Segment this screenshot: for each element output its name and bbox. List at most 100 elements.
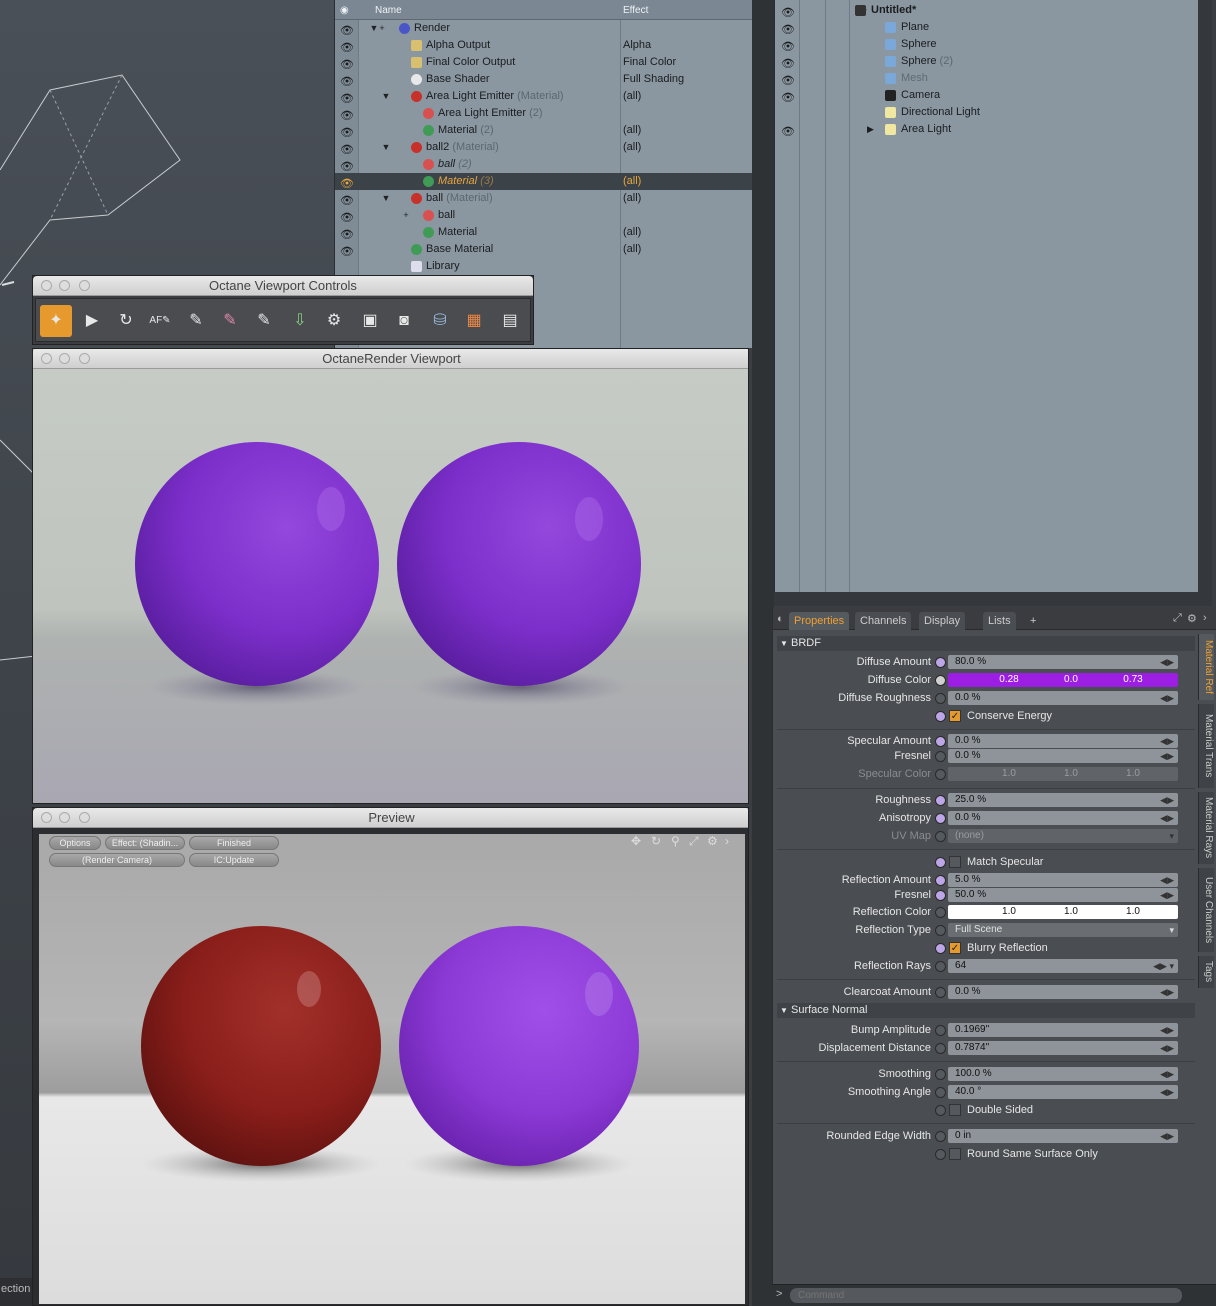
plus-icon[interactable]: + [377, 20, 387, 37]
maximize-icon[interactable]: ⤢ [1173, 612, 1182, 625]
zoom-icon[interactable]: ⚲ [671, 834, 680, 848]
window-titlebar[interactable]: Octane Viewport Controls [33, 276, 533, 296]
slider-arrows-icon[interactable]: ◀▶ [1160, 811, 1174, 825]
eye-icon[interactable]: 👁 [340, 159, 354, 173]
displacement-distance-field[interactable]: 0.7874" ◀▶ [948, 1041, 1178, 1055]
fresnel-field[interactable]: 50.0 % ◀▶ [948, 888, 1178, 902]
side-tab-tags[interactable]: Tags [1198, 956, 1214, 988]
camera-dropdown[interactable]: (Render Camera) [49, 853, 185, 867]
shader-tree-row[interactable]: 👁 Final Color Output Final Color [335, 54, 752, 71]
shader-tree-row[interactable]: 👁 Material (all) [335, 224, 752, 241]
column-effect-header[interactable]: Effect [623, 5, 648, 16]
send-scene-button[interactable]: ⇩ [284, 305, 316, 337]
eye-icon[interactable]: 👁 [781, 90, 795, 104]
item-list-row[interactable]: 👁 ▶ Area Light [775, 121, 1198, 138]
channel-dot-icon[interactable] [935, 925, 946, 936]
minimize-window-button[interactable] [59, 353, 70, 364]
channel-dot-icon[interactable] [935, 736, 946, 747]
channel-dot-icon[interactable] [935, 831, 946, 842]
channel-dot-icon[interactable] [935, 1025, 946, 1036]
slider-arrows-icon[interactable]: ◀▶ [1160, 655, 1174, 669]
chevron-right-icon[interactable]: › [1203, 612, 1207, 624]
channel-dot-icon[interactable] [935, 943, 946, 954]
shader-tree-row[interactable]: 👁 ▼ + Render [335, 20, 752, 37]
items-list-scrollbar-vertical[interactable] [1198, 0, 1212, 600]
channel-dot-icon[interactable] [935, 711, 946, 722]
window-titlebar[interactable]: OctaneRender Viewport [33, 349, 748, 369]
panel-divider[interactable] [752, 0, 774, 1306]
channel-dot-icon[interactable] [935, 795, 946, 806]
shader-tree-row[interactable]: 👁 Base Shader Full Shading [335, 71, 752, 88]
channel-dot-icon[interactable] [935, 890, 946, 901]
maximize-icon[interactable]: ⤢ [689, 834, 699, 849]
side-tab-material-trans[interactable]: Material Trans [1198, 704, 1214, 788]
octane-render-image[interactable] [33, 369, 748, 803]
slider-arrows-icon[interactable]: ◀▶ [1160, 1129, 1174, 1143]
slider-arrows-icon[interactable]: ◀▶ [1160, 749, 1174, 763]
anisotropy-field[interactable]: 0.0 % ◀▶ [948, 811, 1178, 825]
slider-arrows-icon[interactable]: ◀▶ [1160, 873, 1174, 887]
zoom-window-button[interactable] [79, 353, 90, 364]
autofocus-picker-button[interactable]: AF✎ [144, 305, 176, 337]
shader-tree-row[interactable]: 👁 Base Material (all) [335, 241, 752, 258]
item-list-row[interactable]: 👁 Mesh [775, 70, 1198, 87]
item-list-row[interactable]: 👁 Sphere (2) [775, 53, 1198, 70]
channel-dot-icon[interactable] [935, 1131, 946, 1142]
tab-channels[interactable]: Channels [855, 612, 912, 630]
refresh-icon[interactable]: ↻ [651, 834, 661, 848]
tab-display[interactable]: Display [919, 612, 966, 630]
item-list-row[interactable]: 👁 Plane [775, 19, 1198, 36]
slider-arrows-icon[interactable]: ◀▶ [1160, 691, 1174, 705]
effect-dropdown[interactable]: Effect: (Shadin... [105, 836, 185, 850]
uv-map-dropdown[interactable]: (none) ▾ [948, 829, 1178, 843]
eye-icon[interactable]: 👁 [340, 108, 354, 122]
shader-tree-row[interactable]: 👁 ▼ ball (Material) (all) [335, 190, 752, 207]
side-tab-user-channels[interactable]: User Channels [1198, 868, 1214, 952]
diffuse-roughness-field[interactable]: 0.0 % ◀▶ [948, 691, 1178, 705]
items-list-scrollbar-horizontal[interactable] [774, 592, 1212, 606]
gear-icon[interactable]: ⚙ [707, 834, 718, 848]
eye-icon[interactable]: 👁 [340, 210, 354, 224]
fit-view-button[interactable]: ✦ [40, 305, 72, 337]
match-specular-checkbox[interactable] [949, 856, 961, 868]
side-tab-material-ref[interactable]: Material Ref [1198, 634, 1214, 700]
channel-dot-icon[interactable] [935, 987, 946, 998]
shader-tree-row[interactable]: 👁 ▼ ball2 (Material) (all) [335, 139, 752, 156]
zoom-window-button[interactable] [79, 812, 90, 823]
item-list-row[interactable]: 👁 Sphere [775, 36, 1198, 53]
document-icon[interactable]: ▤ [494, 305, 526, 337]
chevron-right-icon[interactable]: › [725, 834, 729, 848]
channel-dot-icon[interactable] [935, 1087, 946, 1098]
close-window-button[interactable] [41, 353, 52, 364]
bump-amplitude-field[interactable]: 0.1969" ◀▶ [948, 1023, 1178, 1037]
eye-icon[interactable]: 👁 [340, 244, 354, 258]
panel-menu-icon[interactable]: ◐ [777, 613, 784, 625]
options-button[interactable]: Options [49, 836, 101, 850]
channel-dot-icon[interactable] [935, 751, 946, 762]
eye-icon[interactable]: 👁 [340, 40, 354, 54]
reflection-amount-field[interactable]: 5.0 % ◀▶ [948, 873, 1178, 887]
channel-dot-icon[interactable] [935, 1105, 946, 1116]
clearcoat-amount-field[interactable]: 0.0 % ◀▶ [948, 985, 1178, 999]
white-balance-picker-button[interactable]: ✎ [248, 305, 280, 337]
color-checker-button[interactable]: ▦ [458, 305, 490, 337]
slider-arrows-icon[interactable]: ◀▶ [1160, 1067, 1174, 1081]
section-brdf[interactable]: ▼ BRDF [777, 636, 1195, 651]
items-list-panel[interactable]: 👁▼+Untitled* 👁Plane 👁Sphere 👁Sphere (2)👁… [774, 0, 1198, 592]
command-input[interactable] [790, 1288, 1182, 1303]
channel-dot-icon[interactable] [935, 1149, 946, 1160]
octanerender-viewport-window[interactable]: OctaneRender Viewport [32, 348, 749, 804]
minimize-window-button[interactable] [59, 812, 70, 823]
shader-tree-row[interactable]: 👁 Area Light Emitter (2) [335, 105, 752, 122]
eye-icon[interactable]: 👁 [340, 57, 354, 71]
section-surface-normal[interactable]: ▼ Surface Normal [777, 1003, 1195, 1018]
channel-dot-icon[interactable] [935, 693, 946, 704]
channel-dot-icon[interactable] [935, 961, 946, 972]
specular-amount-field[interactable]: 0.0 % ◀▶ [948, 734, 1178, 748]
eye-icon[interactable]: 👁 [781, 39, 795, 53]
item-list-row[interactable]: Directional Light [775, 104, 1198, 121]
slider-arrows-icon[interactable]: ◀▶ [1160, 1085, 1174, 1099]
slider-arrows-icon[interactable]: ◀▶ [1160, 1041, 1174, 1055]
double-sided-checkbox[interactable] [949, 1104, 961, 1116]
item-list-row[interactable]: 👁 Camera [775, 87, 1198, 104]
